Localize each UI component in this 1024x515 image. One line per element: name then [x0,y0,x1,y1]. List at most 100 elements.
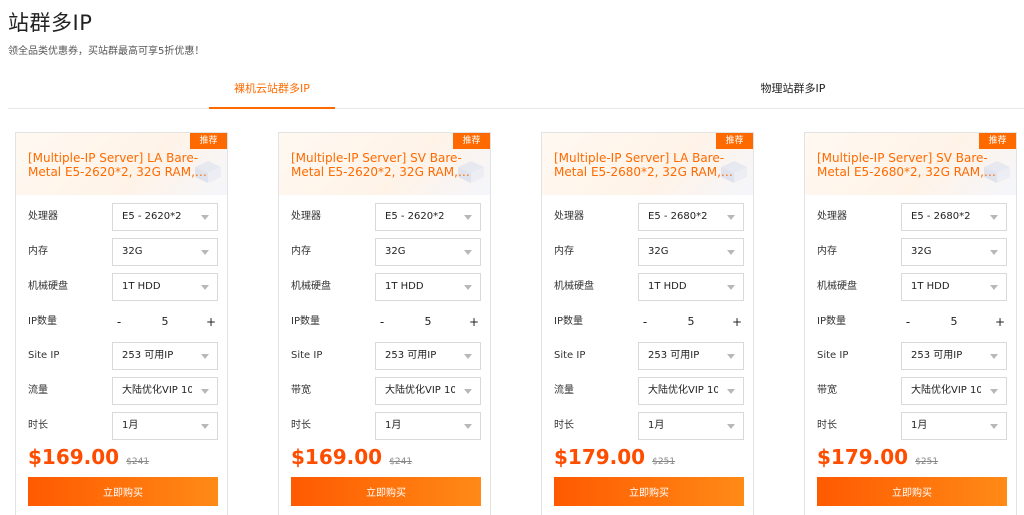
disk-select[interactable]: 1T HDD [375,273,481,301]
tab-bare-metal-cloud-multi-ip[interactable]: 裸机云站群多IP [209,78,335,109]
quantity-value[interactable]: 5 [674,308,708,336]
option-row-disk: 机械硬盘 1T HDD [291,273,483,301]
row-label: 内存 [817,246,837,257]
row-label: IP数量 [28,316,57,327]
disk-select[interactable]: 1T HDD [901,273,1007,301]
site-ip-select[interactable]: 253 可用IP [375,342,481,370]
traffic-select[interactable]: 大陆优化VIP 100 [638,377,744,405]
recommended-badge: 推荐 [979,133,1016,149]
memory-select[interactable]: 32G [901,238,1007,266]
price-row: $179.00 $251 [817,445,938,471]
cpu-select[interactable]: E5 - 2680*2 [638,203,744,231]
tab-physical-multi-ip[interactable]: 物理站群多IP [728,78,858,109]
current-price: $179.00 [554,445,646,469]
memory-select[interactable]: 32G [375,238,481,266]
row-label: 机械硬盘 [554,281,594,292]
increment-button[interactable]: + [993,308,1007,336]
card-title[interactable]: [Multiple-IP Server] LA Bare-Metal E5-26… [28,151,208,181]
chevron-down-icon [990,424,998,429]
decrement-button[interactable]: - [375,308,389,336]
option-row-ip-count: IP数量 - 5 + [28,308,220,336]
row-label: 处理器 [554,211,584,222]
row-label: 机械硬盘 [817,281,857,292]
option-row-memory: 内存 32G [291,238,483,266]
quantity-value[interactable]: 5 [937,308,971,336]
duration-select[interactable]: 1月 [112,412,218,440]
option-row-disk: 机械硬盘 1T HDD [554,273,746,301]
product-card: 推荐 [Multiple-IP Server] SV Bare-Metal E5… [804,132,1017,515]
page-subtitle: 领全品类优惠券，买站群最高可享5折优惠！ [8,46,205,57]
decrement-button[interactable]: - [638,308,652,336]
product-card: 推荐 [Multiple-IP Server] SV Bare-Metal E5… [278,132,491,515]
option-row-ip-count: IP数量 - 5 + [291,308,483,336]
site-ip-select[interactable]: 253 可用IP [638,342,744,370]
option-row-cpu: 处理器 E5 - 2680*2 [817,203,1009,231]
buy-now-button[interactable]: 立即购买 [554,477,744,506]
chevron-down-icon [727,354,735,359]
quantity-value[interactable]: 5 [148,308,182,336]
decrement-button[interactable]: - [901,308,915,336]
card-title[interactable]: [Multiple-IP Server] SV Bare-Metal E5-26… [817,151,997,181]
row-label: 内存 [554,246,574,257]
decrement-button[interactable]: - [112,308,126,336]
duration-select[interactable]: 1月 [638,412,744,440]
row-label: 流量 [554,385,574,396]
option-row-duration: 时长 1月 [817,412,1009,440]
chevron-down-icon [990,285,998,290]
site-ip-select[interactable]: 253 可用IP [112,342,218,370]
buy-now-button[interactable]: 立即购买 [817,477,1007,506]
card-header: 推荐 [Multiple-IP Server] SV Bare-Metal E5… [805,133,1016,195]
disk-select[interactable]: 1T HDD [112,273,218,301]
row-label: 时长 [817,420,837,431]
option-row-bandwidth: 带宽 大陆优化VIP 100 [291,377,483,405]
bandwidth-select[interactable]: 大陆优化VIP 100 [375,377,481,405]
traffic-select[interactable]: 大陆优化VIP 100 [112,377,218,405]
cpu-select[interactable]: E5 - 2620*2 [112,203,218,231]
row-label: 流量 [28,385,48,396]
buy-now-button[interactable]: 立即购买 [28,477,218,506]
option-row-cpu: 处理器 E5 - 2680*2 [554,203,746,231]
quantity-value[interactable]: 5 [411,308,445,336]
ip-count-stepper: - 5 + [375,308,481,336]
buy-now-button[interactable]: 立即购买 [291,477,481,506]
cpu-select[interactable]: E5 - 2620*2 [375,203,481,231]
increment-button[interactable]: + [730,308,744,336]
row-label: 内存 [291,246,311,257]
duration-select[interactable]: 1月 [375,412,481,440]
memory-select[interactable]: 32G [112,238,218,266]
duration-select[interactable]: 1月 [901,412,1007,440]
row-label: IP数量 [554,316,583,327]
increment-button[interactable]: + [467,308,481,336]
original-price: $241 [389,457,413,467]
row-label: 时长 [28,420,48,431]
row-label: IP数量 [291,316,320,327]
row-label: Site IP [817,350,849,361]
current-price: $169.00 [291,445,383,469]
option-row-traffic: 流量 大陆优化VIP 100 [28,377,220,405]
bandwidth-select[interactable]: 大陆优化VIP 100 [901,377,1007,405]
option-row-bandwidth: 带宽 大陆优化VIP 100 [817,377,1009,405]
current-price: $169.00 [28,445,120,469]
memory-select[interactable]: 32G [638,238,744,266]
card-title[interactable]: [Multiple-IP Server] SV Bare-Metal E5-26… [291,151,471,181]
option-row-duration: 时长 1月 [291,412,483,440]
disk-select[interactable]: 1T HDD [638,273,744,301]
chevron-down-icon [201,424,209,429]
option-row-site-ip: Site IP 253 可用IP [817,342,1009,370]
card-title[interactable]: [Multiple-IP Server] LA Bare-Metal E5-26… [554,151,734,181]
increment-button[interactable]: + [204,308,218,336]
chevron-down-icon [727,389,735,394]
row-label: 带宽 [291,385,311,396]
cpu-select[interactable]: E5 - 2680*2 [901,203,1007,231]
site-ip-select[interactable]: 253 可用IP [901,342,1007,370]
row-label: Site IP [554,350,586,361]
row-label: 处理器 [291,211,321,222]
recommended-badge: 推荐 [190,133,227,149]
chevron-down-icon [464,250,472,255]
option-row-memory: 内存 32G [554,238,746,266]
chevron-down-icon [464,389,472,394]
chevron-down-icon [201,215,209,220]
row-label: 处理器 [28,211,58,222]
row-label: 时长 [291,420,311,431]
card-header: 推荐 [Multiple-IP Server] LA Bare-Metal E5… [16,133,227,195]
